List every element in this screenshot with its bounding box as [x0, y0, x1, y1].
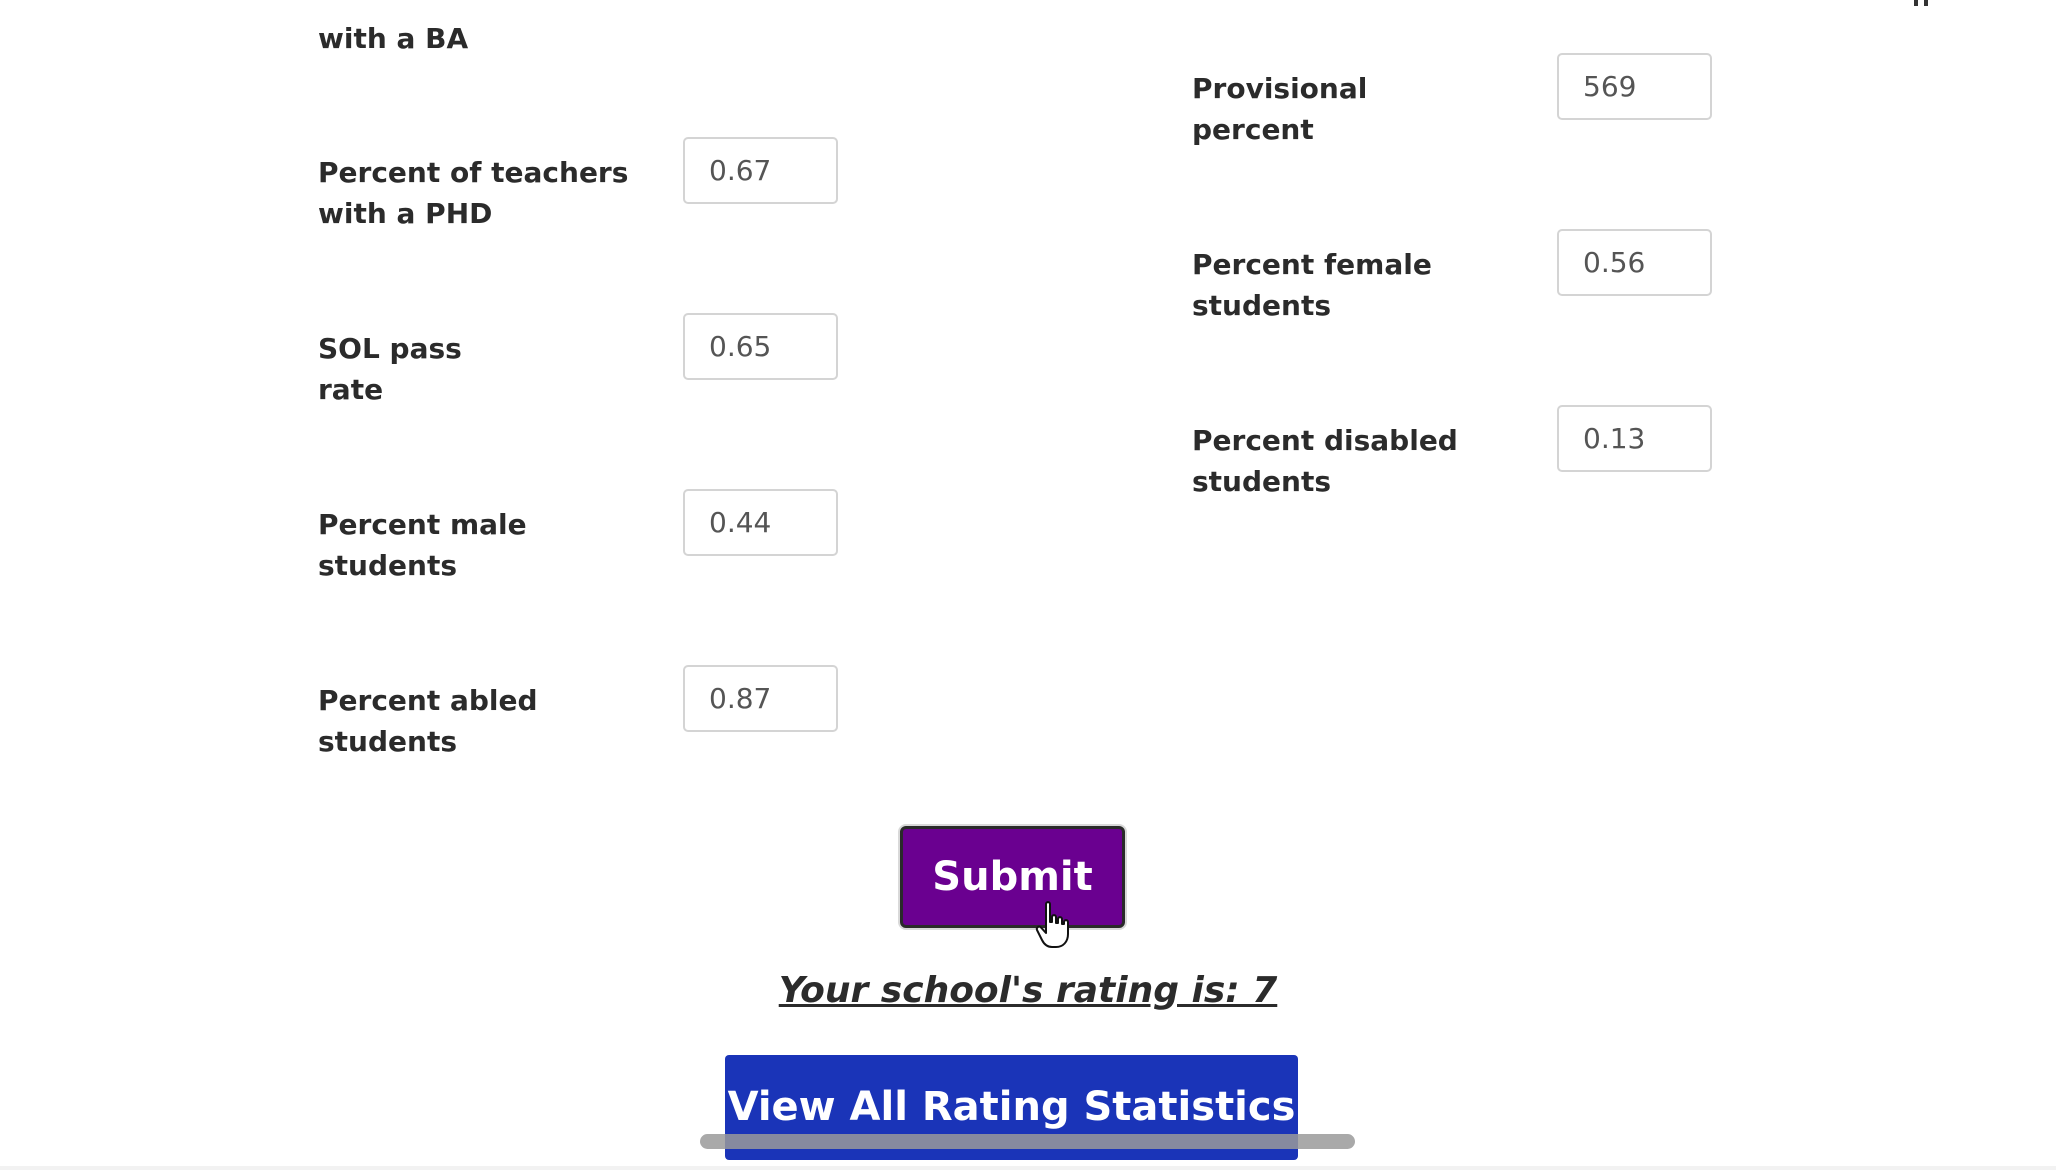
percent-male-field[interactable] — [683, 489, 838, 556]
horizontal-scrollbar[interactable] — [700, 1134, 1355, 1149]
provisional-percent-field[interactable] — [1557, 53, 1712, 120]
sol-pass-rate-field[interactable] — [683, 313, 838, 380]
bottom-divider — [0, 1166, 2056, 1170]
cutoff-text-fragment — [1914, 0, 1928, 6]
label-provisional-percent: Provisional percent — [1192, 72, 1368, 146]
label-sol-pass-rate: SOL pass rate — [318, 332, 462, 406]
label-percent-abled: Percent abled students — [318, 684, 538, 758]
label-percent-male: Percent male students — [318, 508, 527, 582]
submit-button[interactable]: Submit — [900, 826, 1125, 928]
label-percent-female: Percent female students — [1192, 248, 1432, 322]
label-teachers-ba: with a BA — [318, 22, 469, 55]
percent-abled-field[interactable] — [683, 665, 838, 732]
hand-pointer-icon — [1035, 901, 1069, 948]
rating-result: Your school's rating is: 7 — [778, 970, 1278, 1011]
percent-female-field[interactable] — [1557, 229, 1712, 296]
label-percent-disabled: Percent disabled students — [1192, 424, 1458, 498]
teachers-phd-field[interactable] — [683, 137, 838, 204]
school-rating-page: with a BA Percent of teachers with a PHD… — [0, 0, 2056, 1170]
label-teachers-phd: Percent of teachers with a PHD — [318, 156, 629, 230]
percent-disabled-field[interactable] — [1557, 405, 1712, 472]
